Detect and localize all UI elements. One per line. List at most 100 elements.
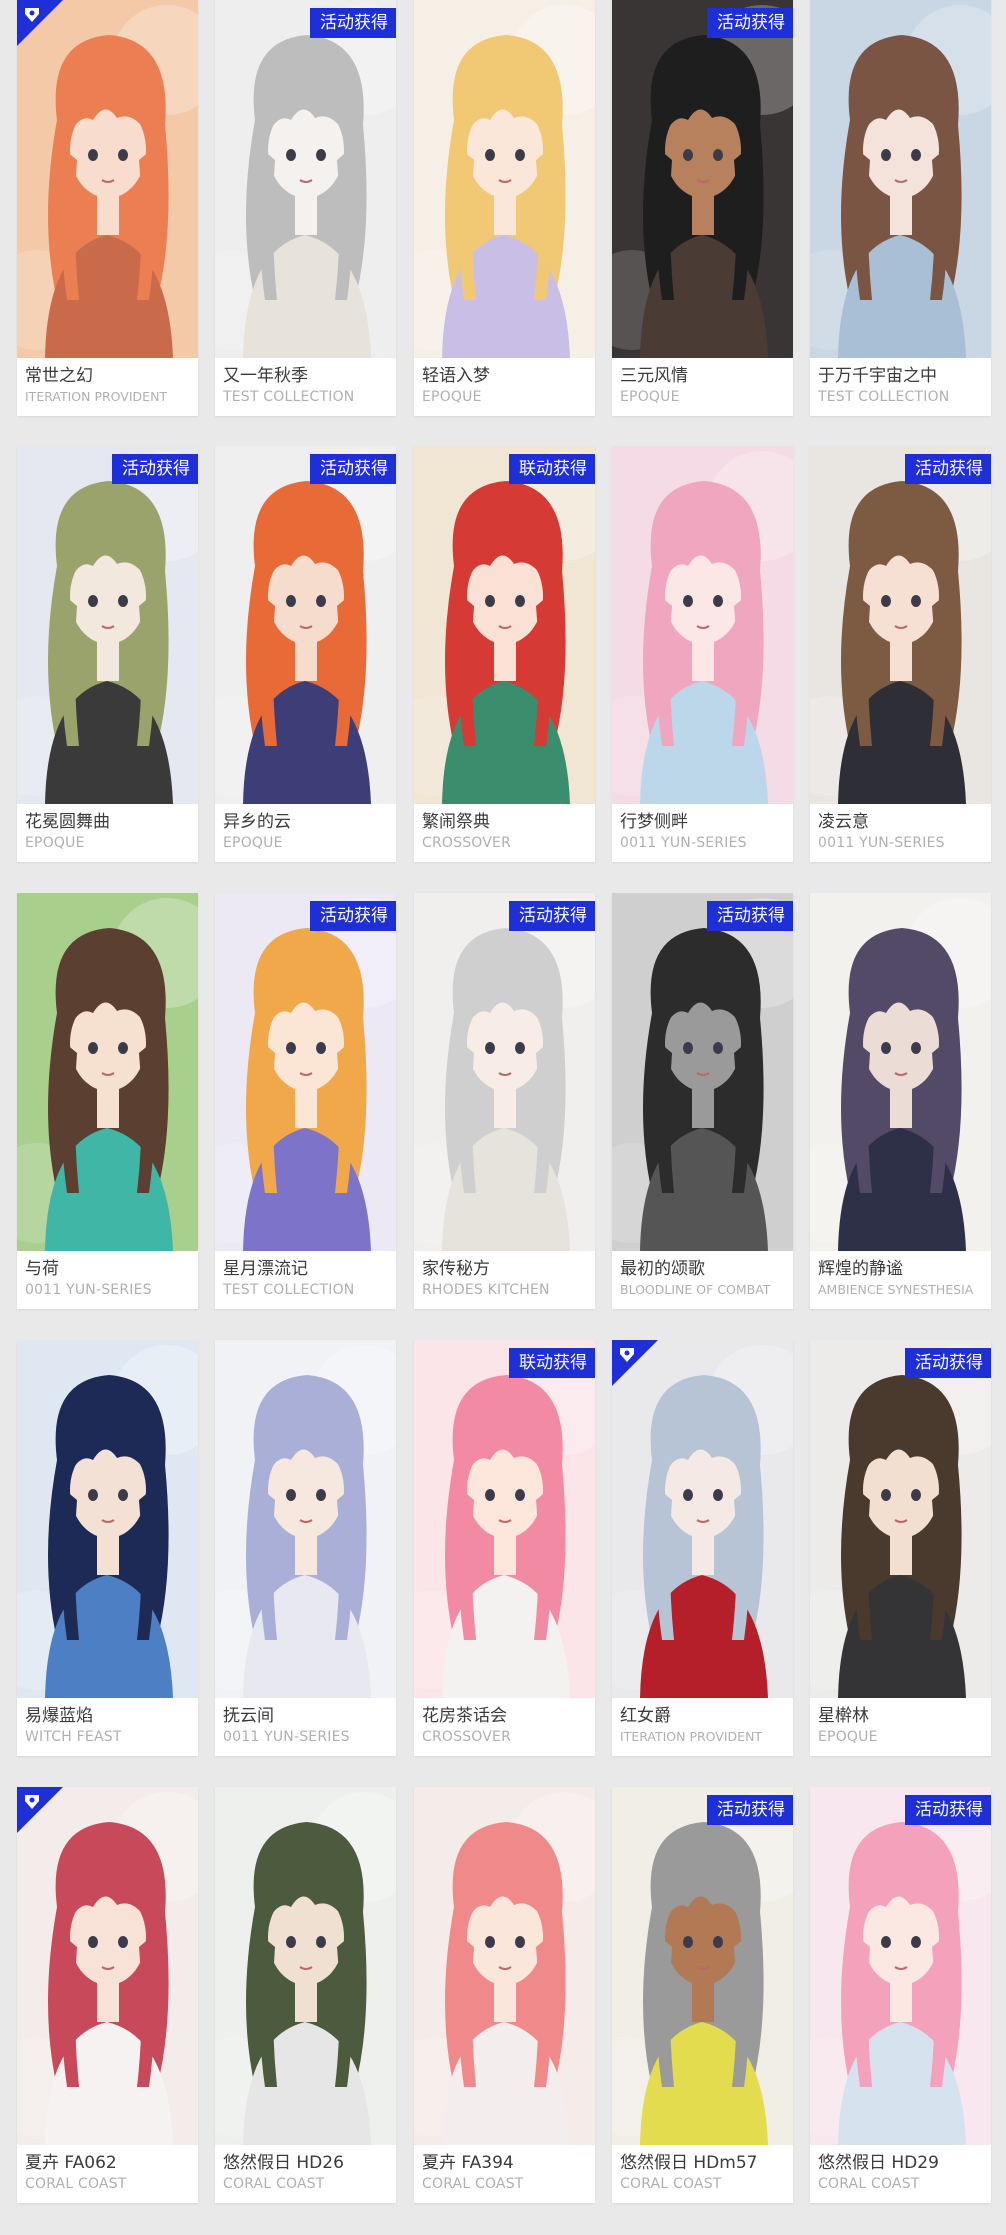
skin-name: 于万千宇宙之中 xyxy=(818,366,937,386)
skin-caption: 三元风情 EPOQUE xyxy=(612,358,793,416)
skin-series: BLOODLINE OF COMBAT xyxy=(620,1282,771,1297)
portrait-art xyxy=(612,1787,793,2145)
skin-card[interactable]: 联动获得花房茶话会 CROSSOVER xyxy=(414,1340,595,1756)
skin-artwork xyxy=(612,1340,793,1698)
acquisition-badge: 活动获得 xyxy=(905,1795,991,1825)
skin-row: 夏卉 FA062 CORAL COAST 悠然假日 HD26 CORAL COAST 夏… xyxy=(0,1787,1006,2203)
skin-card[interactable]: 行梦侧畔 0011 YUN-SERIES xyxy=(612,446,793,862)
skin-card[interactable]: 活动获得 又一年秋季 TEST COLLECTION xyxy=(215,0,396,416)
skin-caption: 与荷 0011 YUN-SERIES xyxy=(17,1251,198,1309)
skin-caption: 又一年秋季 TEST COLLECTION xyxy=(215,358,396,416)
skin-name: 夏卉 FA062 xyxy=(25,2153,117,2173)
skin-card[interactable]: 活动获得 最初的颂歌 BLOODLINE OF COMBAT xyxy=(612,893,793,1309)
skin-artwork xyxy=(612,446,793,804)
skin-series: ITERATION PROVIDENT xyxy=(620,1729,763,1744)
skin-caption: 于万千宇宙之中 TEST COLLECTION xyxy=(810,358,991,416)
skin-card[interactable]: 活动获得花冕圆舞曲 EPOQUE xyxy=(17,446,198,862)
skin-artwork xyxy=(414,446,595,804)
skin-artwork xyxy=(215,893,396,1251)
skin-series: 0011 YUN-SERIES xyxy=(620,835,747,851)
skin-caption: 辉煌的静谧 AMBIENCE SYNESTHESIA xyxy=(810,1251,991,1309)
skin-series: CORAL COAST xyxy=(25,2176,127,2192)
portrait-art xyxy=(810,446,991,804)
skin-name: 悠然假日 HDm57 xyxy=(620,2153,758,2173)
portrait-art xyxy=(17,1787,198,2145)
skin-card[interactable]: 辉煌的静谧 AMBIENCE SYNESTHESIA xyxy=(810,893,991,1309)
skin-card[interactable]: 轻语入梦 EPOQUE xyxy=(414,0,595,416)
skin-name: 花房茶话会 xyxy=(422,1706,507,1726)
skin-caption: 繁闹祭典 CROSSOVER xyxy=(414,804,595,862)
portrait-art xyxy=(612,446,793,804)
skin-row: 活动获得 花冕圆舞曲 EPOQUE 活动获得 异乡的云 EPOQUE 联动获得 繁闹祭典 CRO… xyxy=(0,446,1006,862)
portrait-art xyxy=(414,1787,595,2145)
skin-artwork xyxy=(414,1340,595,1698)
skin-caption: 异乡的云 EPOQUE xyxy=(215,804,396,862)
skin-name: 夏卉 FA394 xyxy=(422,2153,514,2173)
portrait-art xyxy=(17,0,198,358)
skin-artwork xyxy=(215,0,396,358)
skin-name: 悠然假日 HD26 xyxy=(223,2153,344,2173)
skin-caption: 悠然假日 HD29 CORAL COAST xyxy=(810,2145,991,2203)
skin-card[interactable]: 活动获得悠然假日 HD29 CORAL COAST xyxy=(810,1787,991,2203)
skin-artwork xyxy=(612,893,793,1251)
skin-caption: 红女爵 ITERATION PROVIDENT xyxy=(612,1698,793,1756)
skin-card[interactable]: 常世之幻 ITERATION PROVIDENT xyxy=(17,0,198,416)
skin-card[interactable]: 活动获得 悠然假日 HDm57 CORAL COAST xyxy=(612,1787,793,2203)
acquisition-badge: 活动获得 xyxy=(112,454,198,484)
voucher-corner-icon xyxy=(612,1340,658,1386)
skin-name: 又一年秋季 xyxy=(223,366,308,386)
skin-card[interactable]: 与荷 0011 YUN-SERIES xyxy=(17,893,198,1309)
acquisition-badge: 活动获得 xyxy=(707,8,793,38)
skin-artwork xyxy=(414,1787,595,2145)
skin-artwork xyxy=(810,1340,991,1698)
skin-series: CORAL COAST xyxy=(818,2176,920,2192)
portrait-art xyxy=(810,1340,991,1698)
skin-series: EPOQUE xyxy=(223,835,283,851)
skin-name: 花冕圆舞曲 xyxy=(25,812,110,832)
skin-artwork xyxy=(17,446,198,804)
skin-caption: 常世之幻 ITERATION PROVIDENT xyxy=(17,358,198,416)
acquisition-badge: 活动获得 xyxy=(707,901,793,931)
acquisition-badge: 联动获得 xyxy=(509,1348,595,1378)
skin-artwork xyxy=(612,1787,793,2145)
voucher-corner-icon xyxy=(17,1787,63,1833)
skin-card[interactable]: 于万千宇宙之中 TEST COLLECTION xyxy=(810,0,991,416)
skin-card[interactable]: 夏卉 FA062 CORAL COAST xyxy=(17,1787,198,2203)
skin-series: TEST COLLECTION xyxy=(223,389,355,405)
skin-card[interactable]: 红女爵 ITERATION PROVIDENT xyxy=(612,1340,793,1756)
skin-name: 凌云意 xyxy=(818,812,869,832)
portrait-art xyxy=(414,893,595,1251)
skin-card[interactable]: 联动获得繁闹祭典 CROSSOVER xyxy=(414,446,595,862)
skin-name: 星檊林 xyxy=(818,1706,869,1726)
skin-caption: 花房茶话会 CROSSOVER xyxy=(414,1698,595,1756)
skin-series: 0011 YUN-SERIES xyxy=(818,835,945,851)
skin-series: TEST COLLECTION xyxy=(818,389,950,405)
skin-card[interactable]: 活动获得 星月漂流记 TEST COLLECTION xyxy=(215,893,396,1309)
skin-card[interactable]: 活动获得 家传秘方 RHODES KITCHEN xyxy=(414,893,595,1309)
skin-caption: 悠然假日 HD26 CORAL COAST xyxy=(215,2145,396,2203)
skin-card[interactable]: 活动获得 异乡的云 EPOQUE xyxy=(215,446,396,862)
skin-card[interactable]: 活动获得 星檊林 EPOQUE xyxy=(810,1340,991,1756)
skin-card[interactable]: 易爆蓝焰 WITCH FEAST xyxy=(17,1340,198,1756)
skin-card[interactable]: 夏卉 FA394 CORAL COAST xyxy=(414,1787,595,2203)
skin-series: TEST COLLECTION xyxy=(223,1282,355,1298)
skin-caption: 凌云意 0011 YUN-SERIES xyxy=(810,804,991,862)
skin-series: ITERATION PROVIDENT xyxy=(25,389,168,404)
skin-series: EPOQUE xyxy=(25,835,85,851)
skin-artwork xyxy=(810,1787,991,2145)
skin-name: 悠然假日 HD29 xyxy=(818,2153,939,2173)
skin-card[interactable]: 活动获得三元风情 EPOQUE xyxy=(612,0,793,416)
skin-series: CORAL COAST xyxy=(223,2176,325,2192)
skin-card[interactable]: 悠然假日 HD26 CORAL COAST xyxy=(215,1787,396,2203)
skin-card[interactable]: 活动获得 凌云意 0011 YUN-SERIES xyxy=(810,446,991,862)
portrait-art xyxy=(215,446,396,804)
skin-artwork xyxy=(215,1340,396,1698)
skin-name: 繁闹祭典 xyxy=(422,812,490,832)
acquisition-badge: 活动获得 xyxy=(905,1348,991,1378)
skin-name: 辉煌的静谧 xyxy=(818,1259,903,1279)
skin-artwork xyxy=(414,893,595,1251)
skin-name: 行梦侧畔 xyxy=(620,812,688,832)
acquisition-badge: 联动获得 xyxy=(509,454,595,484)
skin-series: 0011 YUN-SERIES xyxy=(25,1282,152,1298)
skin-card[interactable]: 抚云间 0011 YUN-SERIES xyxy=(215,1340,396,1756)
